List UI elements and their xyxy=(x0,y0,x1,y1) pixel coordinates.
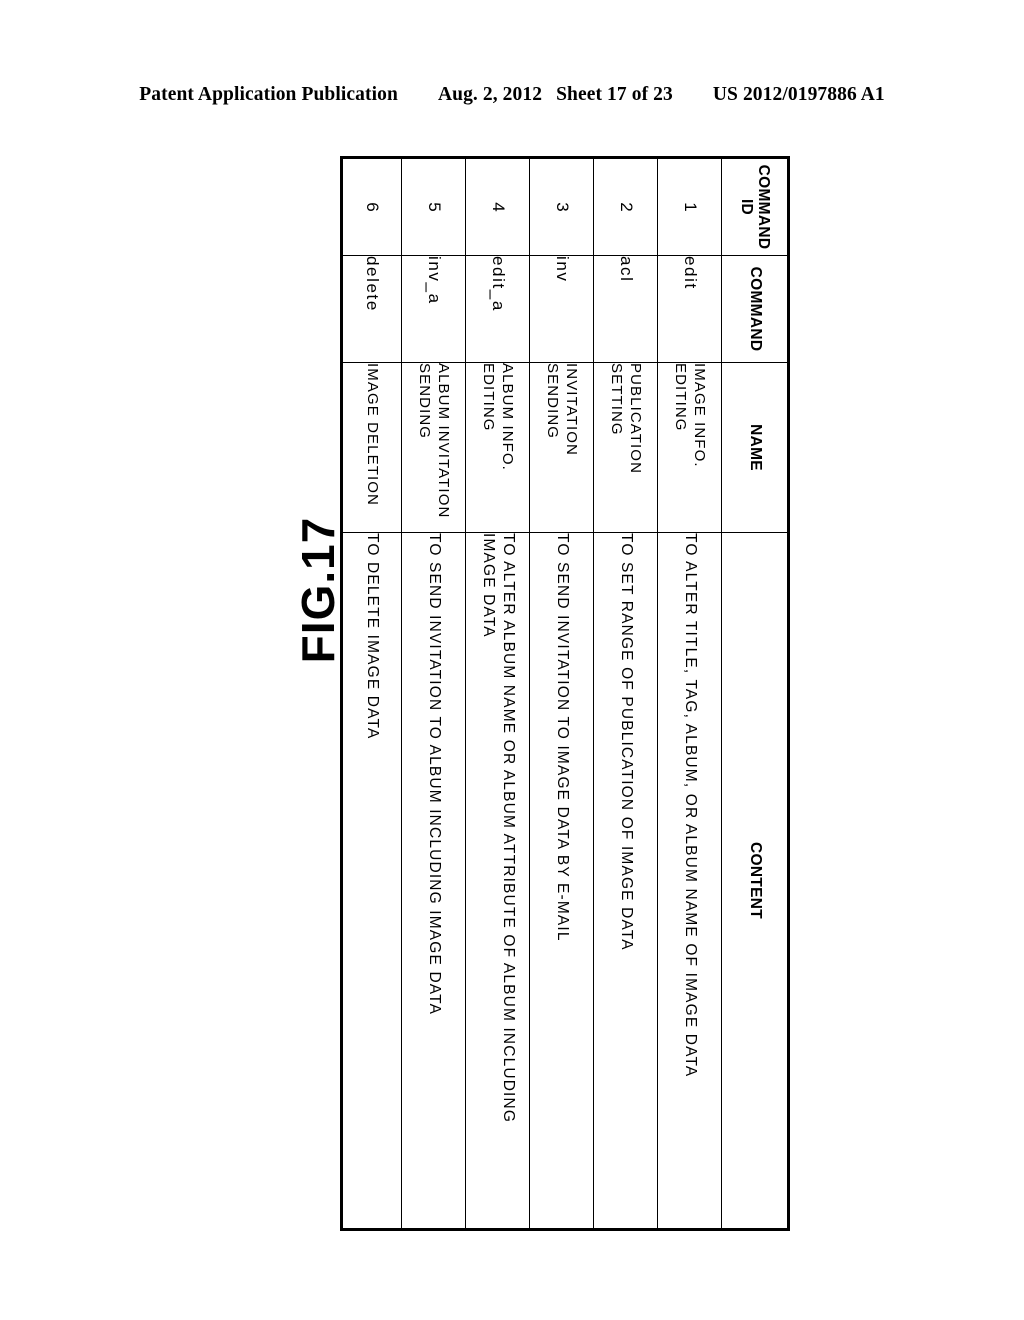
header-sheet-number: Sheet 17 of 23 xyxy=(556,84,673,105)
column-header-command: COMMAND xyxy=(721,255,789,363)
page-header: Patent Application Publication Aug. 2, 20… xyxy=(0,84,1024,106)
cell-content: TO DELETE IMAGE DATA xyxy=(341,532,402,1230)
header-publication-number: US 2012/0197886 A1 xyxy=(712,84,885,105)
cell-command: delete xyxy=(341,255,402,363)
cell-name: INVITATION SENDING xyxy=(529,362,594,533)
cell-name: PUBLICATION SETTING xyxy=(593,362,658,533)
table-row: 1 edit IMAGE INFO. EDITING TO ALTER TITL… xyxy=(657,157,722,1230)
header-publication-title: Patent Application Publication xyxy=(139,84,398,105)
cell-content: TO SEND INVITATION TO ALBUM INCLUDING IM… xyxy=(401,532,466,1230)
cell-content: TO ALTER TITLE, TAG, ALBUM, OR ALBUM NAM… xyxy=(657,532,722,1230)
figure-label: FIG.17 xyxy=(292,516,344,664)
table-row: 3 inv INVITATION SENDING TO SEND INVITAT… xyxy=(529,157,594,1230)
cell-name: ALBUM INVITATION SENDING xyxy=(401,362,466,533)
cell-command-id: 1 xyxy=(657,157,722,256)
cell-command: inv xyxy=(529,255,594,363)
cell-command-id: 5 xyxy=(401,157,466,256)
table-rotation-wrapper: COMMAND ID COMMAND NAME CONTENT 1 edit I… xyxy=(340,156,790,1231)
cell-name: IMAGE INFO. EDITING xyxy=(657,362,722,533)
cell-command: edit xyxy=(657,255,722,363)
cell-command-id: 6 xyxy=(341,157,402,256)
cell-command: acl xyxy=(593,255,658,363)
figure-table-area: COMMAND ID COMMAND NAME CONTENT 1 edit I… xyxy=(340,156,790,1231)
cell-content: TO SET RANGE OF PUBLICATION OF IMAGE DAT… xyxy=(593,532,658,1230)
cell-content: TO ALTER ALBUM NAME OR ALBUM ATTRIBUTE O… xyxy=(465,532,530,1230)
cell-command-id: 4 xyxy=(465,157,530,256)
cell-name: IMAGE DELETION xyxy=(341,362,402,533)
cell-content: TO SEND INVITATION TO IMAGE DATA BY E-MA… xyxy=(529,532,594,1230)
table-row: 6 delete IMAGE DELETION TO DELETE IMAGE … xyxy=(341,157,402,1230)
cell-command: inv_a xyxy=(401,255,466,363)
table-row: 5 inv_a ALBUM INVITATION SENDING TO SEND… xyxy=(401,157,466,1230)
table-header-row: COMMAND ID COMMAND NAME CONTENT xyxy=(721,157,789,1230)
column-header-name: NAME xyxy=(721,362,789,533)
table-row: 4 edit_a ALBUM INFO. EDITING TO ALTER AL… xyxy=(465,157,530,1230)
table-row: 2 acl PUBLICATION SETTING TO SET RANGE O… xyxy=(593,157,658,1230)
command-table: COMMAND ID COMMAND NAME CONTENT 1 edit I… xyxy=(340,156,790,1231)
column-header-command-id: COMMAND ID xyxy=(721,157,789,256)
cell-name: ALBUM INFO. EDITING xyxy=(465,362,530,533)
cell-command: edit_a xyxy=(465,255,530,363)
header-date: Aug. 2, 2012 xyxy=(437,84,543,105)
cell-command-id: 3 xyxy=(529,157,594,256)
cell-command-id: 2 xyxy=(593,157,658,256)
column-header-content: CONTENT xyxy=(721,532,789,1230)
